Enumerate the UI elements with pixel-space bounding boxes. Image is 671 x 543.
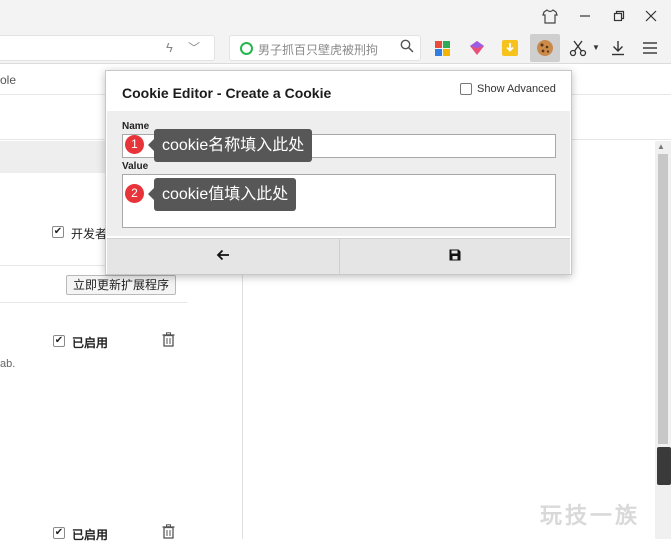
description-snippet: ab. <box>0 358 16 370</box>
gem-extension-icon[interactable] <box>465 36 489 60</box>
lightning-icon[interactable]: ϟ <box>166 40 173 55</box>
value-callout-label: cookie值填入此处 <box>154 178 297 211</box>
shirt-icon[interactable] <box>539 6 561 26</box>
cookie-editor-popup: Cookie Editor - Create a Cookie Show Adv… <box>105 70 572 275</box>
show-advanced-label: Show Advanced <box>477 83 556 95</box>
enable-checkbox[interactable]: ✔ <box>53 335 65 347</box>
name-label: Name <box>122 121 150 132</box>
scroll-up-arrow-icon[interactable]: ▲ <box>657 142 665 151</box>
apps-grid-icon[interactable] <box>430 36 454 60</box>
cookie-icon[interactable] <box>530 34 560 62</box>
callout-number-badge: 1 <box>125 135 144 154</box>
search-box[interactable]: 男子抓百只壁虎被刑拘 <box>229 35 421 61</box>
download-extension-icon[interactable] <box>498 36 522 60</box>
enabled-label: 已启用 <box>72 336 109 350</box>
scissors-icon[interactable] <box>566 36 590 60</box>
show-advanced-toggle[interactable]: Show Advanced <box>460 83 556 95</box>
save-button[interactable] <box>340 239 570 274</box>
chevron-down-icon[interactable]: ﹀ <box>188 39 200 56</box>
download-icon[interactable] <box>606 36 630 60</box>
update-extensions-button[interactable]: 立即更新扩展程序 <box>66 275 176 295</box>
restore-icon[interactable] <box>608 6 630 26</box>
show-advanced-checkbox[interactable] <box>460 83 472 95</box>
trash-icon[interactable] <box>162 524 175 542</box>
callout-number-badge: 2 <box>125 184 144 203</box>
save-icon <box>449 248 461 266</box>
bookmark-item[interactable]: ole <box>0 73 16 87</box>
watermark: 玩技一族 <box>540 503 641 528</box>
enable-checkbox[interactable]: ✔ <box>53 527 65 539</box>
title-bar <box>0 0 671 32</box>
close-icon[interactable] <box>640 6 662 26</box>
search-input[interactable]: 男子抓百只壁虎被刑拘 <box>258 41 394 58</box>
trash-icon[interactable] <box>162 332 175 350</box>
developer-mode-checkbox[interactable]: ✔ <box>52 226 64 238</box>
search-engine-icon[interactable] <box>240 42 253 55</box>
popup-actions <box>107 238 570 274</box>
side-widget[interactable] <box>657 447 671 485</box>
address-bar[interactable]: ϟ ﹀ <box>0 35 215 61</box>
developer-mode-label: 开发者 <box>71 227 108 241</box>
divider <box>0 302 187 303</box>
menu-icon[interactable] <box>638 36 662 60</box>
back-button[interactable] <box>107 239 339 274</box>
arrow-left-icon <box>216 248 230 266</box>
name-callout-label: cookie名称填入此处 <box>154 129 313 162</box>
scissors-dropdown-icon[interactable]: ▼ <box>592 43 600 52</box>
minimize-icon[interactable] <box>574 6 596 26</box>
popup-title: Cookie Editor - Create a Cookie <box>122 85 332 101</box>
value-label: Value <box>122 161 149 172</box>
enabled-label: 已启用 <box>72 528 109 542</box>
search-icon[interactable] <box>400 39 414 56</box>
scrollbar-thumb[interactable] <box>658 154 668 444</box>
